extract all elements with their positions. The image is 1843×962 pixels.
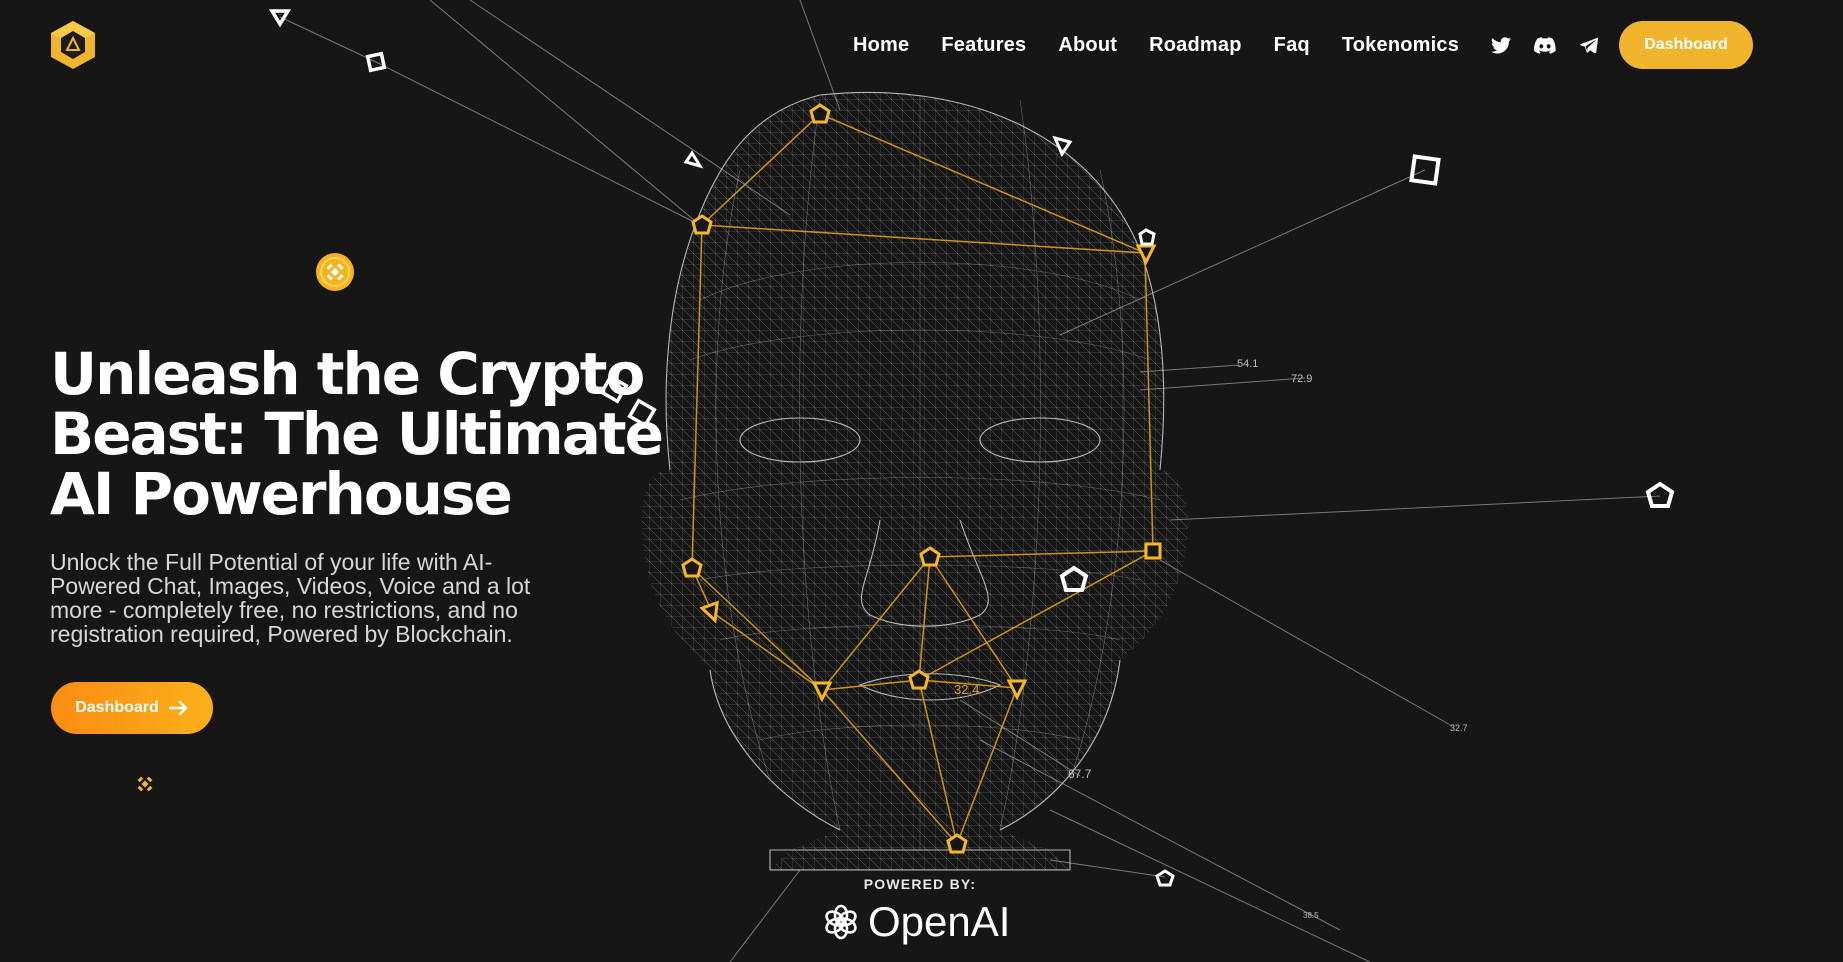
hero-title-line: Unleash the Crypto	[50, 340, 645, 408]
face-readout: 67.7	[1068, 767, 1092, 781]
face-readout: 38.5	[1303, 911, 1319, 920]
nav-item-about[interactable]: About	[1058, 34, 1117, 57]
discord-icon[interactable]	[1534, 34, 1556, 56]
telegram-icon[interactable]	[1578, 34, 1600, 56]
nav-item-tokenomics[interactable]: Tokenomics	[1342, 34, 1459, 57]
openai-wordmark: OpenAI	[868, 898, 1011, 945]
hero-dashboard-button[interactable]: Dashboard	[51, 682, 213, 734]
hero-subtitle: Unlock the Full Potential of your life w…	[50, 549, 531, 647]
twitter-icon[interactable]	[1490, 34, 1512, 56]
main-nav: Home Features About Roadmap Faq Tokenomi…	[853, 34, 1459, 57]
nav-item-faq[interactable]: Faq	[1274, 34, 1310, 57]
face-readout: 32.7	[1450, 723, 1468, 733]
binance-icon	[137, 776, 153, 792]
openai-logo-icon	[825, 904, 857, 940]
brand-logo[interactable]	[50, 20, 96, 70]
hero-title-line: AI Powerhouse	[50, 460, 513, 528]
nav-item-home[interactable]: Home	[853, 34, 909, 57]
hero-dashboard-label: Dashboard	[75, 699, 159, 716]
nav-item-roadmap[interactable]: Roadmap	[1149, 34, 1242, 57]
hero-title: Unleash the Crypto Beast: The Ultimate A…	[50, 344, 750, 524]
social-links	[1490, 34, 1600, 56]
arrow-right-icon	[168, 700, 187, 716]
face-readout: 54.1	[1237, 358, 1259, 370]
face-readout: 32.4	[954, 682, 980, 697]
nav-item-features[interactable]: Features	[941, 34, 1026, 57]
powered-by-label: POWERED BY:	[863, 876, 977, 892]
openai-brand: OpenAI	[822, 898, 1010, 946]
binance-coin-icon	[316, 253, 354, 291]
dashboard-button[interactable]: Dashboard	[1619, 21, 1753, 69]
face-readout: 72.9	[1291, 373, 1313, 385]
hero-title-line: Beast: The Ultimate	[50, 400, 664, 468]
